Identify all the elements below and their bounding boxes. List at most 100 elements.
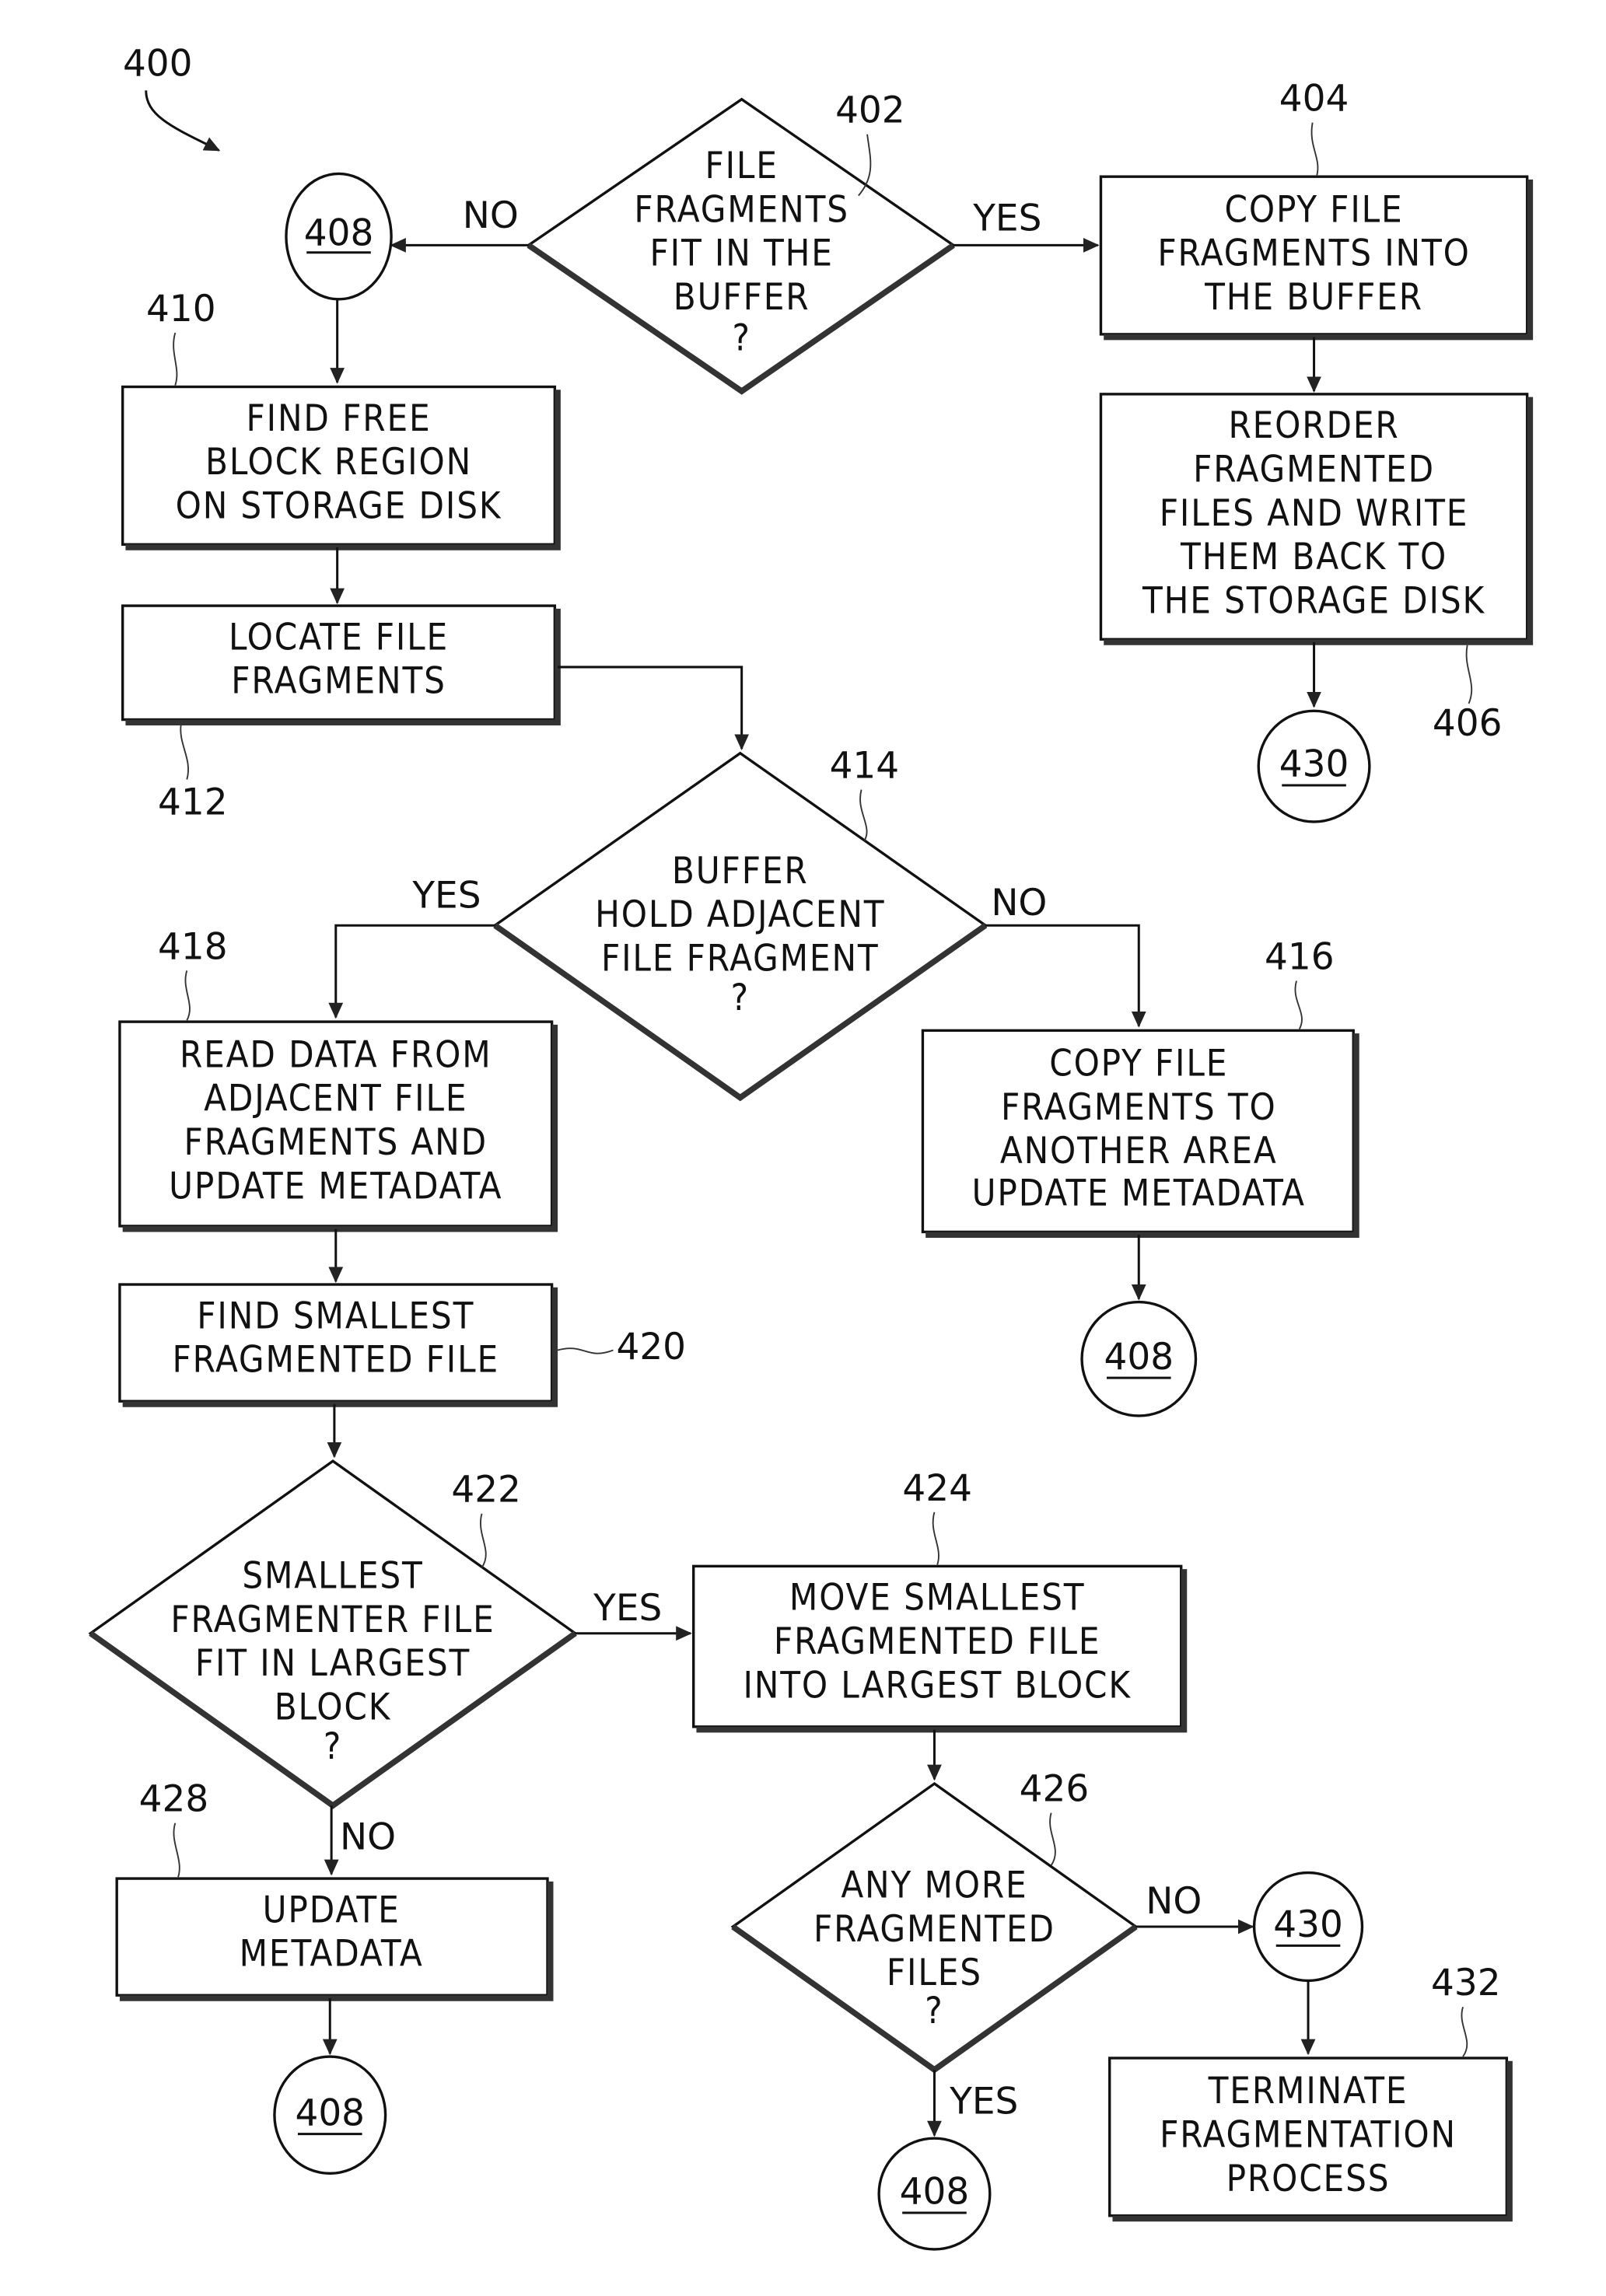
- process-432: TERMINATE FRAGMENTATION PROCESS: [1108, 2057, 1513, 2222]
- process-406: REORDER FRAGMENTED FILES AND WRITE THEM …: [1099, 393, 1534, 645]
- process-416-line-3: ANOTHER AREA: [1000, 1130, 1278, 1172]
- connector-408-bottom-label: 408: [900, 2171, 970, 2214]
- decision-422-line-5: ?: [324, 1725, 342, 1768]
- process-406-line-1: REORDER: [1228, 404, 1399, 447]
- connector-408-bottom[interactable]: 408: [877, 2137, 992, 2251]
- process-410-line-1: FIND FREE: [246, 397, 431, 440]
- ref-402: 402: [835, 89, 905, 132]
- decision-422-line-3: FIT IN LARGEST: [195, 1642, 471, 1685]
- process-420: FIND SMALLEST FRAGMENTED FILE: [118, 1283, 558, 1407]
- figure-ref-arrow: [145, 90, 221, 152]
- ref-410: 410: [146, 288, 216, 330]
- ref-428: 428: [139, 1778, 209, 1821]
- process-412-line-1: LOCATE FILE: [229, 616, 449, 659]
- leader-428: [173, 1822, 180, 1878]
- ref-424: 424: [902, 1467, 972, 1510]
- decision-426-line-1: ANY MORE: [841, 1864, 1027, 1906]
- ref-418: 418: [158, 925, 228, 968]
- process-416: COPY FILE FRAGMENTS TO ANOTHER AREA UPDA…: [921, 1029, 1359, 1238]
- process-420-line-1: FIND SMALLEST: [197, 1295, 474, 1337]
- decision-402-line-2: FRAGMENTS: [634, 188, 849, 231]
- edge-label-414-yes: YES: [411, 875, 481, 917]
- leader-414: [859, 789, 868, 841]
- process-420-line-2: FRAGMENTED FILE: [172, 1339, 499, 1382]
- process-418: READ DATA FROM ADJACENT FILE FRAGMENTS A…: [118, 1020, 558, 1232]
- process-410-line-2: BLOCK REGION: [205, 441, 472, 484]
- ref-412: 412: [158, 781, 228, 824]
- ref-404: 404: [1279, 78, 1349, 121]
- process-418-line-2: ADJACENT FILE: [204, 1078, 467, 1120]
- decision-402-line-3: FIT IN THE: [650, 232, 834, 275]
- ref-426: 426: [1020, 1768, 1090, 1811]
- decision-426-line-2: FRAGMENTED: [813, 1908, 1055, 1951]
- decision-414-line-3: FILE FRAGMENT: [601, 937, 880, 980]
- edge-label-426-no: NO: [1146, 1880, 1202, 1923]
- ref-422: 422: [451, 1469, 521, 1511]
- decision-402-line-4: BUFFER: [674, 276, 810, 319]
- process-416-line-1: COPY FILE: [1049, 1043, 1228, 1085]
- leader-416: [1294, 980, 1303, 1029]
- decision-426-line-3: FILES: [887, 1952, 982, 1994]
- leader-424: [932, 1511, 939, 1565]
- process-406-line-3: FILES AND WRITE: [1160, 492, 1469, 535]
- process-406-line-5: THE STORAGE DISK: [1142, 579, 1485, 622]
- edge-label-422-yes: YES: [593, 1587, 662, 1630]
- decision-422-line-1: SMALLEST: [242, 1554, 423, 1597]
- process-424-line-2: FRAGMENTED FILE: [774, 1620, 1101, 1663]
- process-416-line-4: UPDATE METADATA: [972, 1172, 1306, 1215]
- connector-408-top[interactable]: 408: [285, 172, 393, 301]
- leader-418: [184, 970, 191, 1021]
- edge-412-414: [558, 666, 750, 750]
- decision-422-line-4: BLOCK: [275, 1686, 392, 1728]
- decision-422: SMALLEST FRAGMENTER FILE FIT IN LARGEST …: [88, 1459, 578, 1809]
- process-428: UPDATE METADATA: [115, 1877, 554, 2001]
- process-428-line-2: METADATA: [240, 1933, 424, 1976]
- decision-414-line-1: BUFFER: [672, 850, 809, 893]
- ref-414: 414: [830, 745, 900, 788]
- leader-410: [173, 332, 178, 386]
- process-424-line-3: INTO LARGEST BLOCK: [743, 1664, 1132, 1707]
- leader-412: [180, 724, 189, 780]
- decision-402: FILE FRAGMENTS FIT IN THE BUFFER ?: [526, 97, 956, 395]
- ref-416: 416: [1265, 936, 1335, 979]
- edge-label-402-no: NO: [463, 194, 519, 237]
- connector-430-bottom[interactable]: 430: [1252, 1871, 1364, 1983]
- connector-430-top-label: 430: [1279, 743, 1349, 786]
- edge-414-yes: [328, 924, 495, 1019]
- leader-404: [1310, 122, 1319, 176]
- process-404-line-1: COPY FILE: [1224, 188, 1403, 231]
- connector-408-mid-label: 408: [1104, 1336, 1174, 1379]
- process-416-line-2: FRAGMENTS TO: [1001, 1086, 1277, 1129]
- process-418-line-1: READ DATA FROM: [180, 1033, 492, 1076]
- edge-label-426-yes: YES: [949, 2080, 1018, 2123]
- ref-406: 406: [1433, 702, 1503, 745]
- leader-422: [480, 1513, 487, 1568]
- process-410-line-3: ON STORAGE DISK: [176, 484, 502, 527]
- process-418-line-3: FRAGMENTS AND: [184, 1121, 488, 1164]
- connector-408-mid[interactable]: 408: [1080, 1300, 1198, 1417]
- process-432-line-3: PROCESS: [1226, 2158, 1391, 2200]
- edge-label-422-no: NO: [340, 1816, 396, 1859]
- process-424: MOVE SMALLEST FRAGMENTED FILE INTO LARGE…: [692, 1564, 1188, 1733]
- process-424-line-1: MOVE SMALLEST: [789, 1577, 1086, 1620]
- flowchart-400: 400 FILE FRAGMENTS FIT IN THE BUFFER ? 4…: [88, 43, 1534, 2251]
- edge-label-402-yes: YES: [972, 197, 1041, 240]
- connector-430-top[interactable]: 430: [1257, 709, 1371, 823]
- edge-414-no: [985, 924, 1146, 1028]
- process-412: LOCATE FILE FRAGMENTS: [121, 604, 561, 726]
- figure-ref-label: 400: [123, 43, 193, 86]
- connector-408-left[interactable]: 408: [273, 2055, 387, 2175]
- edge-label-414-no: NO: [991, 882, 1047, 924]
- process-412-line-2: FRAGMENTS: [231, 660, 446, 703]
- process-404-line-2: FRAGMENTS INTO: [1157, 232, 1470, 275]
- decision-414: BUFFER HOLD ADJACENT FILE FRAGMENT ?: [492, 751, 988, 1102]
- decision-402-line-5: ?: [733, 317, 751, 360]
- decision-426: ANY MORE FRAGMENTED FILES ?: [730, 1781, 1139, 2074]
- process-404: COPY FILE FRAGMENTS INTO THE BUFFER: [1099, 175, 1534, 341]
- process-432-line-2: FRAGMENTATION: [1160, 2113, 1457, 2156]
- decision-402-line-1: FILE: [705, 145, 778, 187]
- process-406-line-4: THEM BACK TO: [1180, 536, 1447, 578]
- leader-406: [1465, 645, 1473, 704]
- process-404-line-3: THE BUFFER: [1204, 276, 1423, 319]
- ref-420: 420: [616, 1326, 686, 1368]
